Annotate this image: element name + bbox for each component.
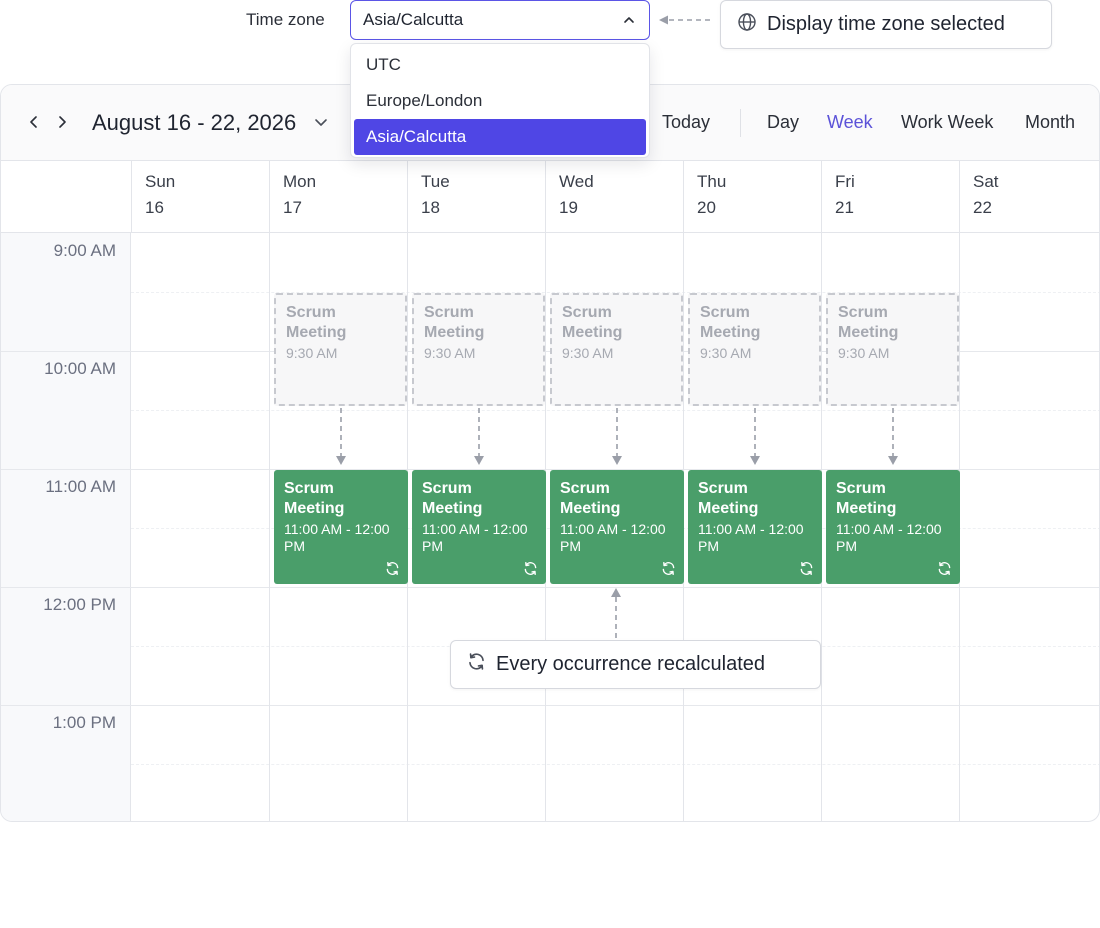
hour-line	[1, 705, 1099, 706]
day-name: Sat	[973, 172, 999, 191]
timezone-label: Time zone	[246, 10, 325, 29]
ghost-event-time: 9:30 AM	[700, 345, 752, 361]
timezone-selected-value: Asia/Calcutta	[363, 10, 464, 29]
shift-arrow	[750, 408, 760, 465]
event-title: Scrum Meeting	[284, 480, 345, 517]
timezone-callout-text: Display time zone selected	[767, 13, 1005, 35]
ghost-event-wed: Scrum Meeting 9:30 AM	[550, 293, 683, 406]
ghost-event-time: 9:30 AM	[838, 345, 890, 361]
calendar: August 16 - 22, 2026 Today Day Week Work…	[0, 84, 1100, 822]
toolbar-divider	[740, 109, 741, 137]
recurrence-icon	[662, 561, 675, 576]
day-header-sat: Sat 22	[959, 161, 1099, 233]
day-name: Wed	[559, 172, 594, 191]
ghost-event-title: Scrum Meeting	[562, 304, 623, 341]
recurrence-icon	[467, 652, 486, 677]
time-label: 10:00 AM	[44, 359, 116, 378]
time-gutter: 9:00 AM 10:00 AM 11:00 AM 12:00 PM 1:00 …	[1, 233, 131, 821]
timezone-option-asia-calcutta[interactable]: Asia/Calcutta	[354, 119, 646, 155]
recalc-arrow	[611, 588, 621, 641]
ghost-event-title: Scrum Meeting	[424, 304, 485, 341]
event-tue[interactable]: Scrum Meeting 11:00 AM - 12:00 PM	[412, 470, 546, 584]
chevron-left-icon[interactable]	[23, 111, 45, 133]
ghost-event-time: 9:30 AM	[562, 345, 614, 361]
day-number: 19	[559, 198, 578, 217]
event-fri[interactable]: Scrum Meeting 11:00 AM - 12:00 PM	[826, 470, 960, 584]
ghost-event-title: Scrum Meeting	[286, 304, 347, 341]
day-number: 22	[973, 198, 992, 217]
ghost-event-title: Scrum Meeting	[700, 304, 761, 341]
event-time: 11:00 AM - 12:00 PM	[284, 521, 390, 554]
corner-cell	[1, 161, 132, 233]
day-header-mon: Mon 17	[269, 161, 408, 233]
hour-line	[1, 587, 1099, 588]
shift-arrow	[336, 408, 346, 465]
timezone-callout: Display time zone selected	[720, 0, 1052, 49]
day-header-sun: Sun 16	[131, 161, 270, 233]
today-button[interactable]: Today	[662, 112, 710, 133]
timezone-select[interactable]: Asia/Calcutta	[350, 0, 650, 40]
ghost-event-tue: Scrum Meeting 9:30 AM	[412, 293, 545, 406]
day-name: Mon	[283, 172, 317, 191]
event-title: Scrum Meeting	[698, 480, 759, 517]
day-number: 16	[145, 198, 164, 217]
event-wed[interactable]: Scrum Meeting 11:00 AM - 12:00 PM	[550, 470, 684, 584]
connector-arrow	[659, 15, 711, 25]
time-label: 9:00 AM	[53, 241, 116, 260]
ghost-event-title: Scrum Meeting	[838, 304, 899, 341]
event-time: 11:00 AM - 12:00 PM	[698, 521, 804, 554]
half-hour-line	[131, 764, 1099, 765]
day-number: 21	[835, 198, 854, 217]
shift-arrow	[612, 408, 622, 465]
event-time: 11:00 AM - 12:00 PM	[560, 521, 666, 554]
shift-arrow	[888, 408, 898, 465]
recurrence-icon	[524, 561, 537, 576]
event-time: 11:00 AM - 12:00 PM	[422, 521, 528, 554]
ghost-event-mon: Scrum Meeting 9:30 AM	[274, 293, 407, 406]
day-header-wed: Wed 19	[545, 161, 684, 233]
recurrence-icon	[800, 561, 813, 576]
day-name: Tue	[421, 172, 450, 191]
view-week-button[interactable]: Week	[827, 112, 873, 133]
globe-icon	[737, 12, 757, 38]
recalculated-callout: Every occurrence recalculated	[450, 640, 821, 689]
day-number: 17	[283, 198, 302, 217]
recalculated-callout-text: Every occurrence recalculated	[496, 653, 766, 675]
ghost-event-thu: Scrum Meeting 9:30 AM	[688, 293, 821, 406]
time-label: 1:00 PM	[52, 713, 116, 732]
day-header-fri: Fri 21	[821, 161, 960, 233]
timezone-option-europe-london[interactable]: Europe/London	[354, 83, 646, 119]
event-mon[interactable]: Scrum Meeting 11:00 AM - 12:00 PM	[274, 470, 408, 584]
chevron-up-icon	[621, 12, 637, 28]
day-header-thu: Thu 20	[683, 161, 822, 233]
recurrence-icon	[386, 561, 399, 576]
view-day-button[interactable]: Day	[767, 112, 799, 133]
time-label: 11:00 AM	[45, 477, 116, 496]
event-title: Scrum Meeting	[422, 480, 483, 517]
day-number: 18	[421, 198, 440, 217]
event-thu[interactable]: Scrum Meeting 11:00 AM - 12:00 PM	[688, 470, 822, 584]
event-title: Scrum Meeting	[836, 480, 897, 517]
ghost-event-time: 9:30 AM	[286, 345, 338, 361]
timezone-dropdown: UTC Europe/London Asia/Calcutta	[350, 43, 650, 158]
shift-arrow	[474, 408, 484, 465]
day-number: 20	[697, 198, 716, 217]
recurrence-icon	[938, 561, 951, 576]
day-name: Thu	[697, 172, 727, 191]
event-title: Scrum Meeting	[560, 480, 621, 517]
day-header-tue: Tue 18	[407, 161, 546, 233]
view-work-week-button[interactable]: Work Week	[901, 112, 993, 133]
day-name: Sun	[145, 172, 176, 191]
day-column-line	[269, 233, 270, 821]
event-time: 11:00 AM - 12:00 PM	[836, 521, 942, 554]
date-range-title[interactable]: August 16 - 22, 2026	[92, 110, 296, 136]
view-month-button[interactable]: Month	[1025, 112, 1075, 133]
time-label: 12:00 PM	[43, 595, 116, 614]
chevron-right-icon[interactable]	[51, 111, 73, 133]
chevron-down-icon[interactable]	[312, 113, 330, 131]
day-name: Fri	[835, 172, 855, 191]
ghost-event-fri: Scrum Meeting 9:30 AM	[826, 293, 959, 406]
timezone-option-utc[interactable]: UTC	[354, 47, 646, 83]
ghost-event-time: 9:30 AM	[424, 345, 476, 361]
